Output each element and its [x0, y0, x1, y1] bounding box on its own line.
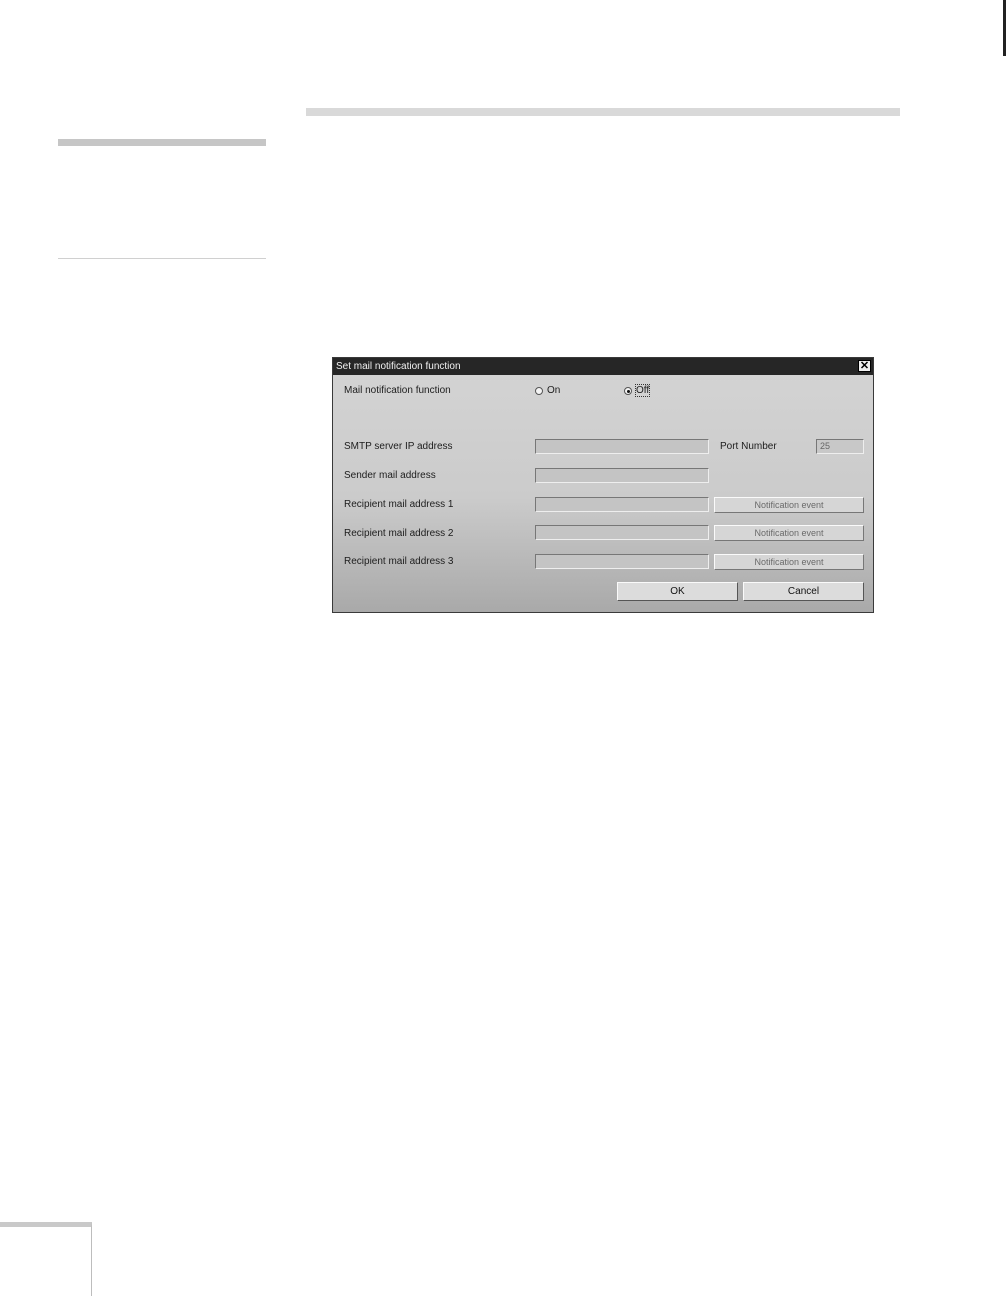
sender-mail-label: Sender mail address — [344, 470, 436, 481]
recipient-1-input[interactable] — [535, 497, 709, 512]
port-number-input[interactable]: 25 — [816, 439, 864, 454]
recipient-2-input[interactable] — [535, 525, 709, 540]
close-button[interactable]: ✕ — [858, 360, 871, 372]
radio-checked-icon — [624, 386, 632, 395]
radio-unchecked-icon — [535, 386, 543, 395]
cancel-button[interactable]: Cancel — [743, 582, 864, 601]
sidebar-divider — [58, 258, 266, 259]
recipient-3-input[interactable] — [535, 554, 709, 569]
ok-button[interactable]: OK — [617, 582, 738, 601]
mail-notification-label: Mail notification function — [344, 385, 451, 396]
top-header-rule — [306, 108, 900, 116]
recipient-1-notification-button[interactable]: Notification event — [714, 497, 864, 513]
dialog-title: Set mail notification function — [336, 361, 461, 372]
recipient-3-notification-button[interactable]: Notification event — [714, 554, 864, 570]
radio-off-label: Off — [634, 384, 651, 397]
mail-notification-dialog: Set mail notification function ✕ Mail no… — [332, 357, 874, 613]
smtp-server-input[interactable] — [535, 439, 709, 454]
recipient-2-label: Recipient mail address 2 — [344, 528, 454, 539]
smtp-server-label: SMTP server IP address — [344, 441, 453, 452]
sidebar-header-rule — [58, 139, 266, 146]
radio-off[interactable]: Off — [624, 384, 651, 397]
recipient-3-label: Recipient mail address 3 — [344, 556, 454, 567]
radio-on-label: On — [547, 385, 561, 396]
recipient-2-notification-button[interactable]: Notification event — [714, 525, 864, 541]
recipient-1-label: Recipient mail address 1 — [344, 499, 454, 510]
port-number-label: Port Number — [720, 441, 777, 452]
radio-on[interactable]: On — [535, 385, 560, 396]
close-icon: ✕ — [859, 360, 870, 372]
page-corner-tab — [0, 1222, 92, 1296]
page-edge-marker — [1003, 0, 1006, 56]
sender-mail-input[interactable] — [535, 468, 709, 483]
dialog-titlebar: Set mail notification function — [333, 358, 873, 375]
